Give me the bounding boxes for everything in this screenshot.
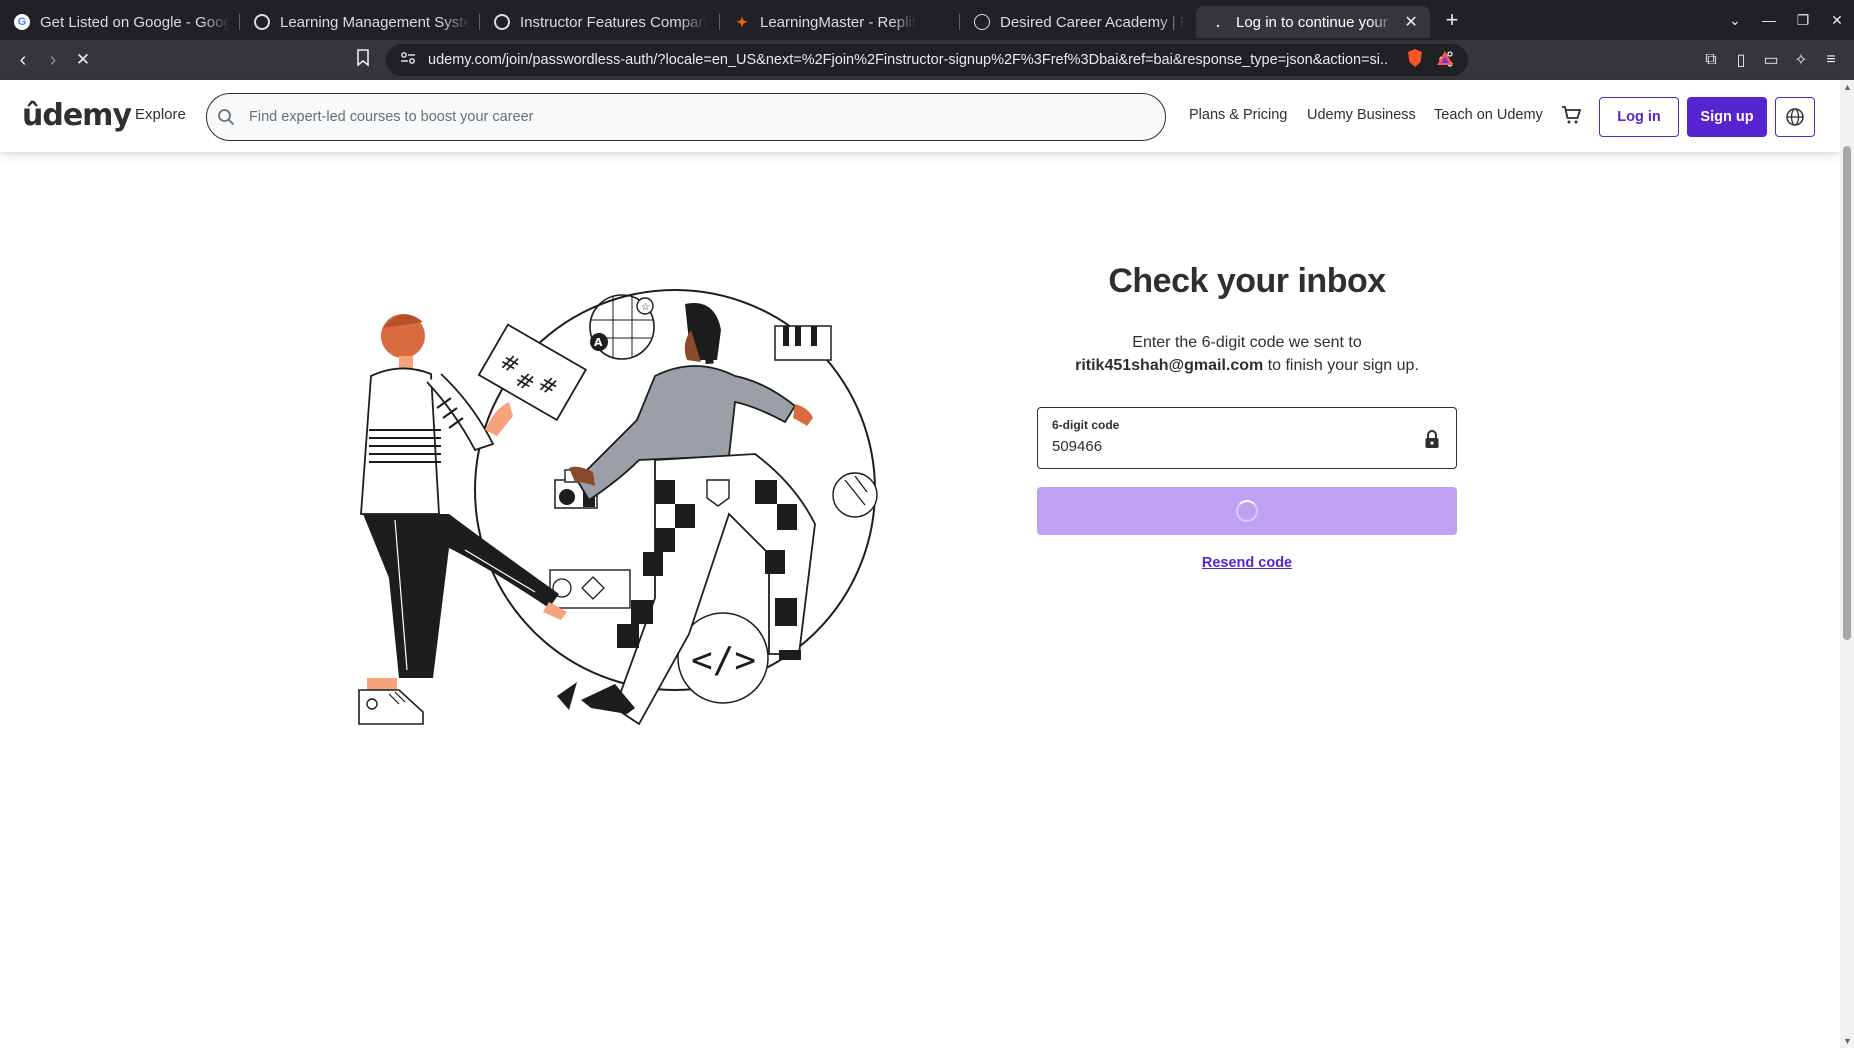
cart-icon[interactable] xyxy=(1560,104,1582,126)
globe-icon xyxy=(974,14,990,30)
instructions-prefix: Enter the 6-digit code we sent to xyxy=(1132,334,1362,351)
browser-tab-udemy-active[interactable]: . Log in to continue your l ✕ xyxy=(1196,6,1430,38)
lock-icon xyxy=(1425,430,1439,448)
signup-illustration: ☆ A </> # # # xyxy=(358,289,878,726)
code-field-label: 6-digit code xyxy=(1052,418,1120,432)
search-input[interactable] xyxy=(249,109,1129,125)
udemy-logo[interactable]: ûdemy xyxy=(22,98,132,133)
explore-link[interactable]: Explore xyxy=(135,106,186,123)
wallet-icon[interactable]: ▭ xyxy=(1756,50,1786,70)
browser-tab-career-academy[interactable]: Desired Career Academy | Er xyxy=(960,6,1196,38)
search-icon xyxy=(218,109,235,126)
globe-icon xyxy=(1786,108,1804,126)
code-field[interactable]: 6-digit code xyxy=(1037,407,1457,469)
address-bar[interactable]: udemy.com/join/passwordless-auth/?locale… xyxy=(386,44,1468,76)
recipient-email: ritik451shah@gmail.com xyxy=(1075,357,1264,374)
brave-shields xyxy=(1400,40,1460,80)
svg-text:</>: </> xyxy=(691,640,756,681)
url-text: udemy.com/join/passwordless-auth/?locale… xyxy=(428,52,1388,68)
logo-text: ûdemy xyxy=(22,98,132,133)
language-button[interactable] xyxy=(1775,97,1815,137)
tab-close-icon[interactable]: ✕ xyxy=(1402,12,1420,32)
back-icon[interactable]: ‹ xyxy=(8,49,38,72)
tab-title: Log in to continue your l xyxy=(1236,13,1395,31)
leo-ai-icon[interactable]: ✧ xyxy=(1786,50,1816,70)
browser-extension-buttons: ⧉ ▯ ▭ ✧ ≡ xyxy=(1696,40,1846,80)
browser-tab-replit[interactable]: ✦ LearningMaster - Replit xyxy=(720,6,960,38)
browser-tab-bar: G Get Listed on Google - Goog Learning M… xyxy=(0,0,1854,40)
resend-code-link[interactable]: Resend code xyxy=(1037,555,1457,571)
openai-icon xyxy=(494,14,510,30)
sidebar-toggle-icon[interactable]: ▯ xyxy=(1726,50,1756,70)
scroll-up-arrow-icon[interactable]: ▲ xyxy=(1843,82,1852,92)
code-input[interactable] xyxy=(1052,438,1392,455)
verification-panel: Check your inbox Enter the 6-digit code … xyxy=(1037,262,1457,571)
teach-on-udemy-link[interactable]: Teach on Udemy xyxy=(1434,107,1543,123)
brave-rewards-icon[interactable] xyxy=(1430,50,1460,71)
site-info-icon[interactable] xyxy=(400,51,416,69)
stop-loading-icon[interactable]: ✕ xyxy=(68,50,98,70)
instructions-text: Enter the 6-digit code we sent to ritik4… xyxy=(1037,331,1457,377)
brave-shield-icon[interactable] xyxy=(1400,48,1430,73)
submit-code-button[interactable] xyxy=(1037,487,1457,535)
page-title: Check your inbox xyxy=(1108,262,1386,300)
menu-hamburger-icon[interactable]: ≡ xyxy=(1816,51,1846,69)
page-scrollbar[interactable]: ▲ ▼ xyxy=(1840,80,1854,1048)
extensions-puzzle-icon[interactable]: ⧉ xyxy=(1696,51,1726,69)
replit-icon: ✦ xyxy=(736,13,748,30)
course-search-bar[interactable] xyxy=(206,93,1166,141)
window-controls: ⌄ — ❐ ✕ xyxy=(1718,0,1854,40)
tab-title: Desired Career Academy | Er xyxy=(1000,13,1186,31)
udemy-business-link[interactable]: Udemy Business xyxy=(1307,107,1416,123)
tab-title: LearningMaster - Replit xyxy=(760,13,916,31)
openai-icon xyxy=(254,14,270,30)
signup-button[interactable]: Sign up xyxy=(1687,97,1767,137)
plans-pricing-link[interactable]: Plans & Pricing xyxy=(1189,107,1287,123)
browser-tab-lms[interactable]: Learning Management Syste xyxy=(240,6,480,38)
minimize-icon[interactable]: — xyxy=(1752,12,1786,28)
svg-text:☆: ☆ xyxy=(641,302,650,313)
tab-title: Learning Management Syste xyxy=(280,13,470,31)
tab-title: Instructor Features Compari xyxy=(520,13,707,31)
instructions-suffix: to finish your sign up. xyxy=(1267,357,1419,374)
login-button[interactable]: Log in xyxy=(1599,97,1679,137)
browser-toolbar: ‹ › ✕ udemy.com/join/passwordless-auth/?… xyxy=(0,40,1854,80)
scrollbar-thumb[interactable] xyxy=(1843,146,1851,640)
bookmark-icon[interactable] xyxy=(348,48,378,72)
scroll-down-arrow-icon[interactable]: ▼ xyxy=(1843,1036,1852,1046)
site-header: ûdemy Explore Plans & Pricing Udemy Busi… xyxy=(0,80,1840,152)
tab-search-chevron-icon[interactable]: ⌄ xyxy=(1718,12,1752,29)
google-icon: G xyxy=(14,14,30,30)
loading-icon: . xyxy=(1216,14,1220,30)
tab-title: Get Listed on Google - Goog xyxy=(40,13,230,31)
forward-icon[interactable]: › xyxy=(38,49,68,72)
close-window-icon[interactable]: ✕ xyxy=(1820,12,1854,29)
new-tab-button[interactable]: + xyxy=(1434,7,1470,33)
svg-text:A: A xyxy=(594,336,603,349)
browser-tab-google[interactable]: G Get Listed on Google - Goog xyxy=(0,6,240,38)
loading-spinner-icon xyxy=(1236,500,1258,522)
browser-tab-instructor-features[interactable]: Instructor Features Compari xyxy=(480,6,720,38)
restore-icon[interactable]: ❐ xyxy=(1786,12,1820,29)
